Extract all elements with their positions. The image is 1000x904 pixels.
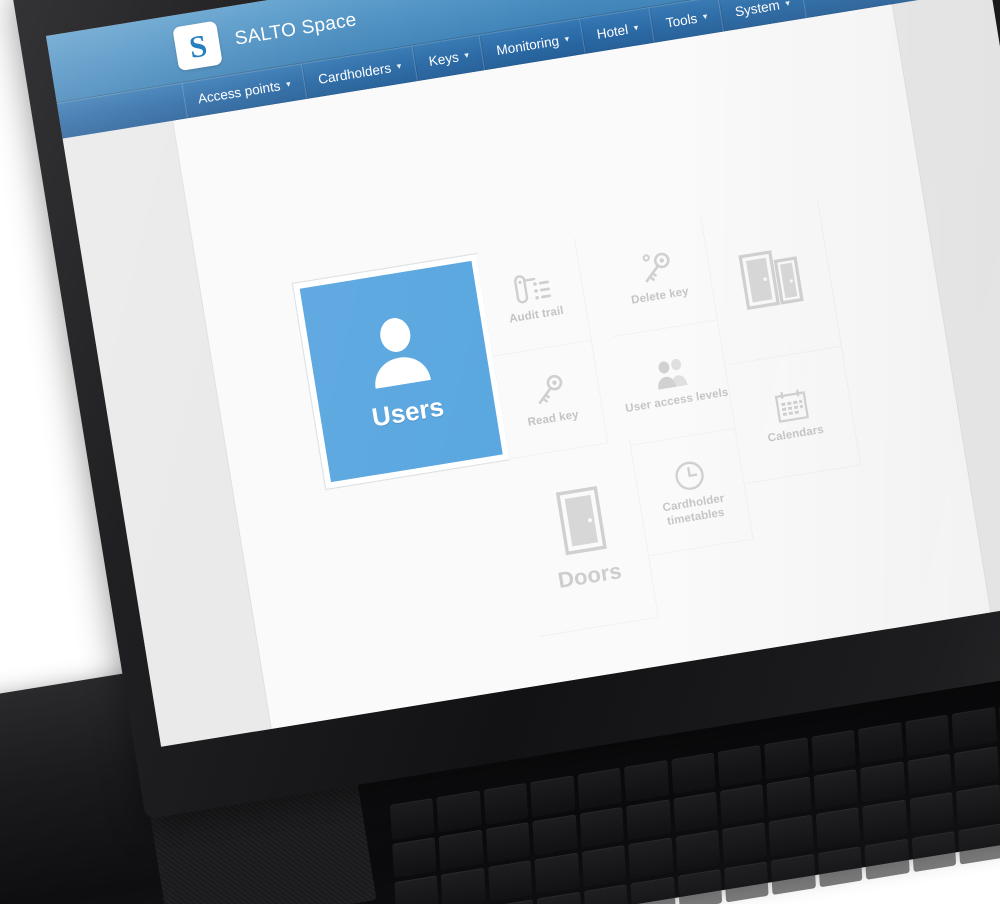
tile-read-key[interactable]: Read key: [493, 340, 609, 460]
menu-label: System: [733, 0, 781, 19]
tile-cardholder-timetables[interactable]: Cardholder timetables: [631, 428, 754, 557]
salto-logo[interactable]: S: [172, 20, 223, 72]
menu-label: Hotel: [595, 21, 630, 42]
menu-label: Cardholders: [317, 59, 393, 87]
tile-label: Audit trail: [508, 304, 565, 326]
door-handle-list-icon: [511, 269, 554, 307]
tile-user-access-levels[interactable]: User access levels: [613, 320, 736, 446]
tile-label: Cardholder timetables: [661, 492, 726, 528]
tile-users-label: Users: [369, 391, 446, 433]
menu-label: Access points: [196, 77, 282, 106]
tile-doors-label: Doors: [556, 557, 624, 593]
salto-logo-letter: S: [186, 27, 209, 65]
menu-label: Keys: [427, 48, 460, 69]
app-title: SALTO Space: [233, 9, 359, 50]
chevron-down-icon: ▾: [285, 78, 292, 89]
double-doors-icon: [735, 243, 806, 314]
chevron-down-icon: ▾: [563, 32, 570, 44]
tile-audit-trail[interactable]: Audit trail: [476, 238, 592, 357]
tile-label: Read key: [526, 408, 580, 429]
chevron-down-icon: ▾: [784, 0, 791, 8]
person-silhouette-icon: [361, 310, 436, 394]
chevron-down-icon: ▾: [395, 60, 402, 71]
chevron-down-icon: ▾: [702, 10, 709, 22]
key-delete-icon: [634, 248, 677, 288]
tile-users[interactable]: Users: [292, 253, 510, 490]
screenshot-stage: S SALTO Space admin: [0, 0, 1000, 904]
tile-double-doors[interactable]: [701, 198, 842, 366]
tile-delete-key[interactable]: Delete key: [596, 217, 719, 338]
chevron-down-icon: ▾: [463, 49, 470, 60]
dashboard-panel: Users Audit trail Read key Delete key Us…: [173, 4, 991, 729]
chevron-down-icon: ▾: [632, 21, 639, 33]
menu-label: Tools: [664, 10, 699, 31]
tile-label: Delete key: [630, 285, 690, 307]
clock-icon: [671, 458, 708, 495]
user-levels-icon: [652, 354, 693, 391]
tile-grid: Users Audit trail Read key Delete key Us…: [173, 4, 990, 728]
key-icon: [529, 371, 568, 410]
menu-label: Monitoring: [495, 32, 560, 58]
tile-label: User access levels: [624, 386, 730, 415]
calendar-icon: [772, 386, 811, 425]
door-icon: [549, 484, 613, 558]
tile-label: Calendars: [766, 423, 825, 445]
tile-calendars[interactable]: Calendars: [725, 346, 862, 485]
